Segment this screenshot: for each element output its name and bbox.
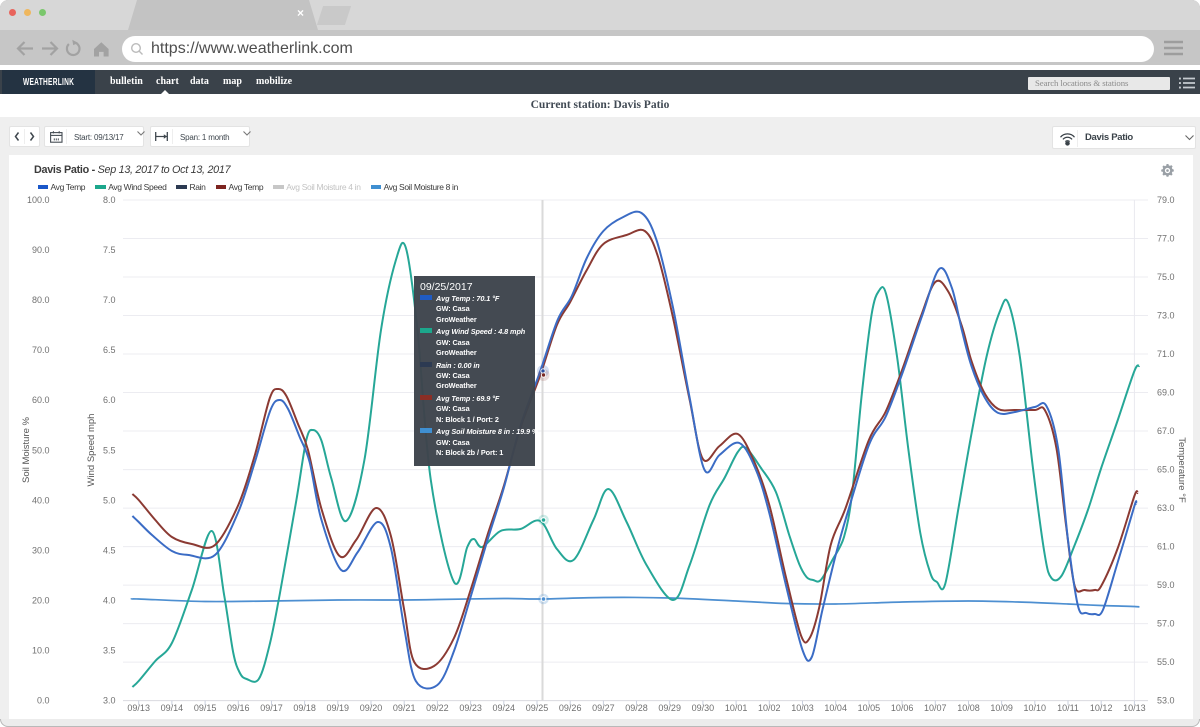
svg-text:10/05: 10/05 bbox=[858, 703, 881, 713]
svg-text:10/02: 10/02 bbox=[758, 703, 781, 713]
svg-text:3.0: 3.0 bbox=[103, 696, 116, 706]
svg-text:7.5: 7.5 bbox=[103, 245, 116, 255]
svg-text:10/08: 10/08 bbox=[957, 703, 980, 713]
svg-text:80.0: 80.0 bbox=[32, 295, 50, 305]
svg-text:09/28: 09/28 bbox=[625, 703, 648, 713]
svg-text:09/17: 09/17 bbox=[260, 703, 283, 713]
svg-text:09/30: 09/30 bbox=[692, 703, 715, 713]
svg-text:10/12: 10/12 bbox=[1090, 703, 1113, 713]
svg-text:70.0: 70.0 bbox=[32, 345, 50, 355]
svg-text:57.0: 57.0 bbox=[1157, 619, 1175, 629]
svg-text:53.0: 53.0 bbox=[1157, 696, 1175, 706]
svg-text:90.0: 90.0 bbox=[32, 245, 50, 255]
svg-text:09/27: 09/27 bbox=[592, 703, 615, 713]
svg-text:55.0: 55.0 bbox=[1157, 657, 1175, 667]
svg-text:09/24: 09/24 bbox=[493, 703, 516, 713]
svg-text:09/23: 09/23 bbox=[459, 703, 482, 713]
svg-text:Soil Moisture %: Soil Moisture % bbox=[21, 416, 32, 483]
svg-text:10.0: 10.0 bbox=[32, 646, 50, 656]
svg-text:73.0: 73.0 bbox=[1157, 311, 1175, 321]
svg-text:65.0: 65.0 bbox=[1157, 465, 1175, 475]
svg-text:6.0: 6.0 bbox=[103, 395, 116, 405]
svg-text:5.5: 5.5 bbox=[103, 445, 116, 455]
svg-text:30.0: 30.0 bbox=[32, 545, 50, 555]
svg-text:61.0: 61.0 bbox=[1157, 542, 1175, 552]
svg-text:69.0: 69.0 bbox=[1157, 388, 1175, 398]
svg-text:09/14: 09/14 bbox=[161, 703, 184, 713]
svg-text:77.0: 77.0 bbox=[1157, 234, 1175, 244]
svg-text:10/04: 10/04 bbox=[824, 703, 847, 713]
svg-text:4.0: 4.0 bbox=[103, 596, 116, 606]
svg-text:09/29: 09/29 bbox=[658, 703, 681, 713]
svg-text:40.0: 40.0 bbox=[32, 495, 50, 505]
svg-text:0.0: 0.0 bbox=[37, 696, 50, 706]
svg-text:7.0: 7.0 bbox=[103, 295, 116, 305]
svg-text:10/13: 10/13 bbox=[1123, 703, 1146, 713]
svg-text:09/15: 09/15 bbox=[194, 703, 217, 713]
svg-text:09/19: 09/19 bbox=[327, 703, 350, 713]
svg-text:10/10: 10/10 bbox=[1024, 703, 1047, 713]
svg-text:100.0: 100.0 bbox=[27, 195, 50, 205]
svg-text:10/11: 10/11 bbox=[1057, 703, 1079, 713]
svg-text:10/03: 10/03 bbox=[791, 703, 814, 713]
svg-text:Temperature °F: Temperature °F bbox=[1176, 437, 1187, 503]
svg-text:09/18: 09/18 bbox=[293, 703, 316, 713]
svg-text:50.0: 50.0 bbox=[32, 445, 50, 455]
svg-text:10/06: 10/06 bbox=[891, 703, 914, 713]
svg-text:4.5: 4.5 bbox=[103, 545, 116, 555]
svg-text:09/26: 09/26 bbox=[559, 703, 582, 713]
svg-text:10/01: 10/01 bbox=[725, 703, 748, 713]
svg-text:8.0: 8.0 bbox=[103, 195, 116, 205]
svg-text:6.5: 6.5 bbox=[103, 345, 116, 355]
svg-text:60.0: 60.0 bbox=[32, 395, 50, 405]
svg-text:09/13: 09/13 bbox=[127, 703, 150, 713]
svg-text:Wind Speed mph: Wind Speed mph bbox=[86, 414, 97, 487]
svg-text:09/16: 09/16 bbox=[227, 703, 250, 713]
svg-text:5.0: 5.0 bbox=[103, 495, 116, 505]
svg-text:10/07: 10/07 bbox=[924, 703, 947, 713]
svg-text:09/22: 09/22 bbox=[426, 703, 449, 713]
svg-text:79.0: 79.0 bbox=[1157, 195, 1175, 205]
svg-text:59.0: 59.0 bbox=[1157, 580, 1175, 590]
svg-text:09/21: 09/21 bbox=[393, 703, 416, 713]
svg-text:75.0: 75.0 bbox=[1157, 272, 1175, 282]
svg-text:3.5: 3.5 bbox=[103, 646, 116, 656]
svg-text:20.0: 20.0 bbox=[32, 596, 50, 606]
svg-text:67.0: 67.0 bbox=[1157, 426, 1175, 436]
svg-text:71.0: 71.0 bbox=[1157, 349, 1175, 359]
svg-text:09/25: 09/25 bbox=[526, 703, 549, 713]
svg-text:09/20: 09/20 bbox=[360, 703, 383, 713]
svg-text:10/09: 10/09 bbox=[990, 703, 1013, 713]
svg-text:63.0: 63.0 bbox=[1157, 503, 1175, 513]
